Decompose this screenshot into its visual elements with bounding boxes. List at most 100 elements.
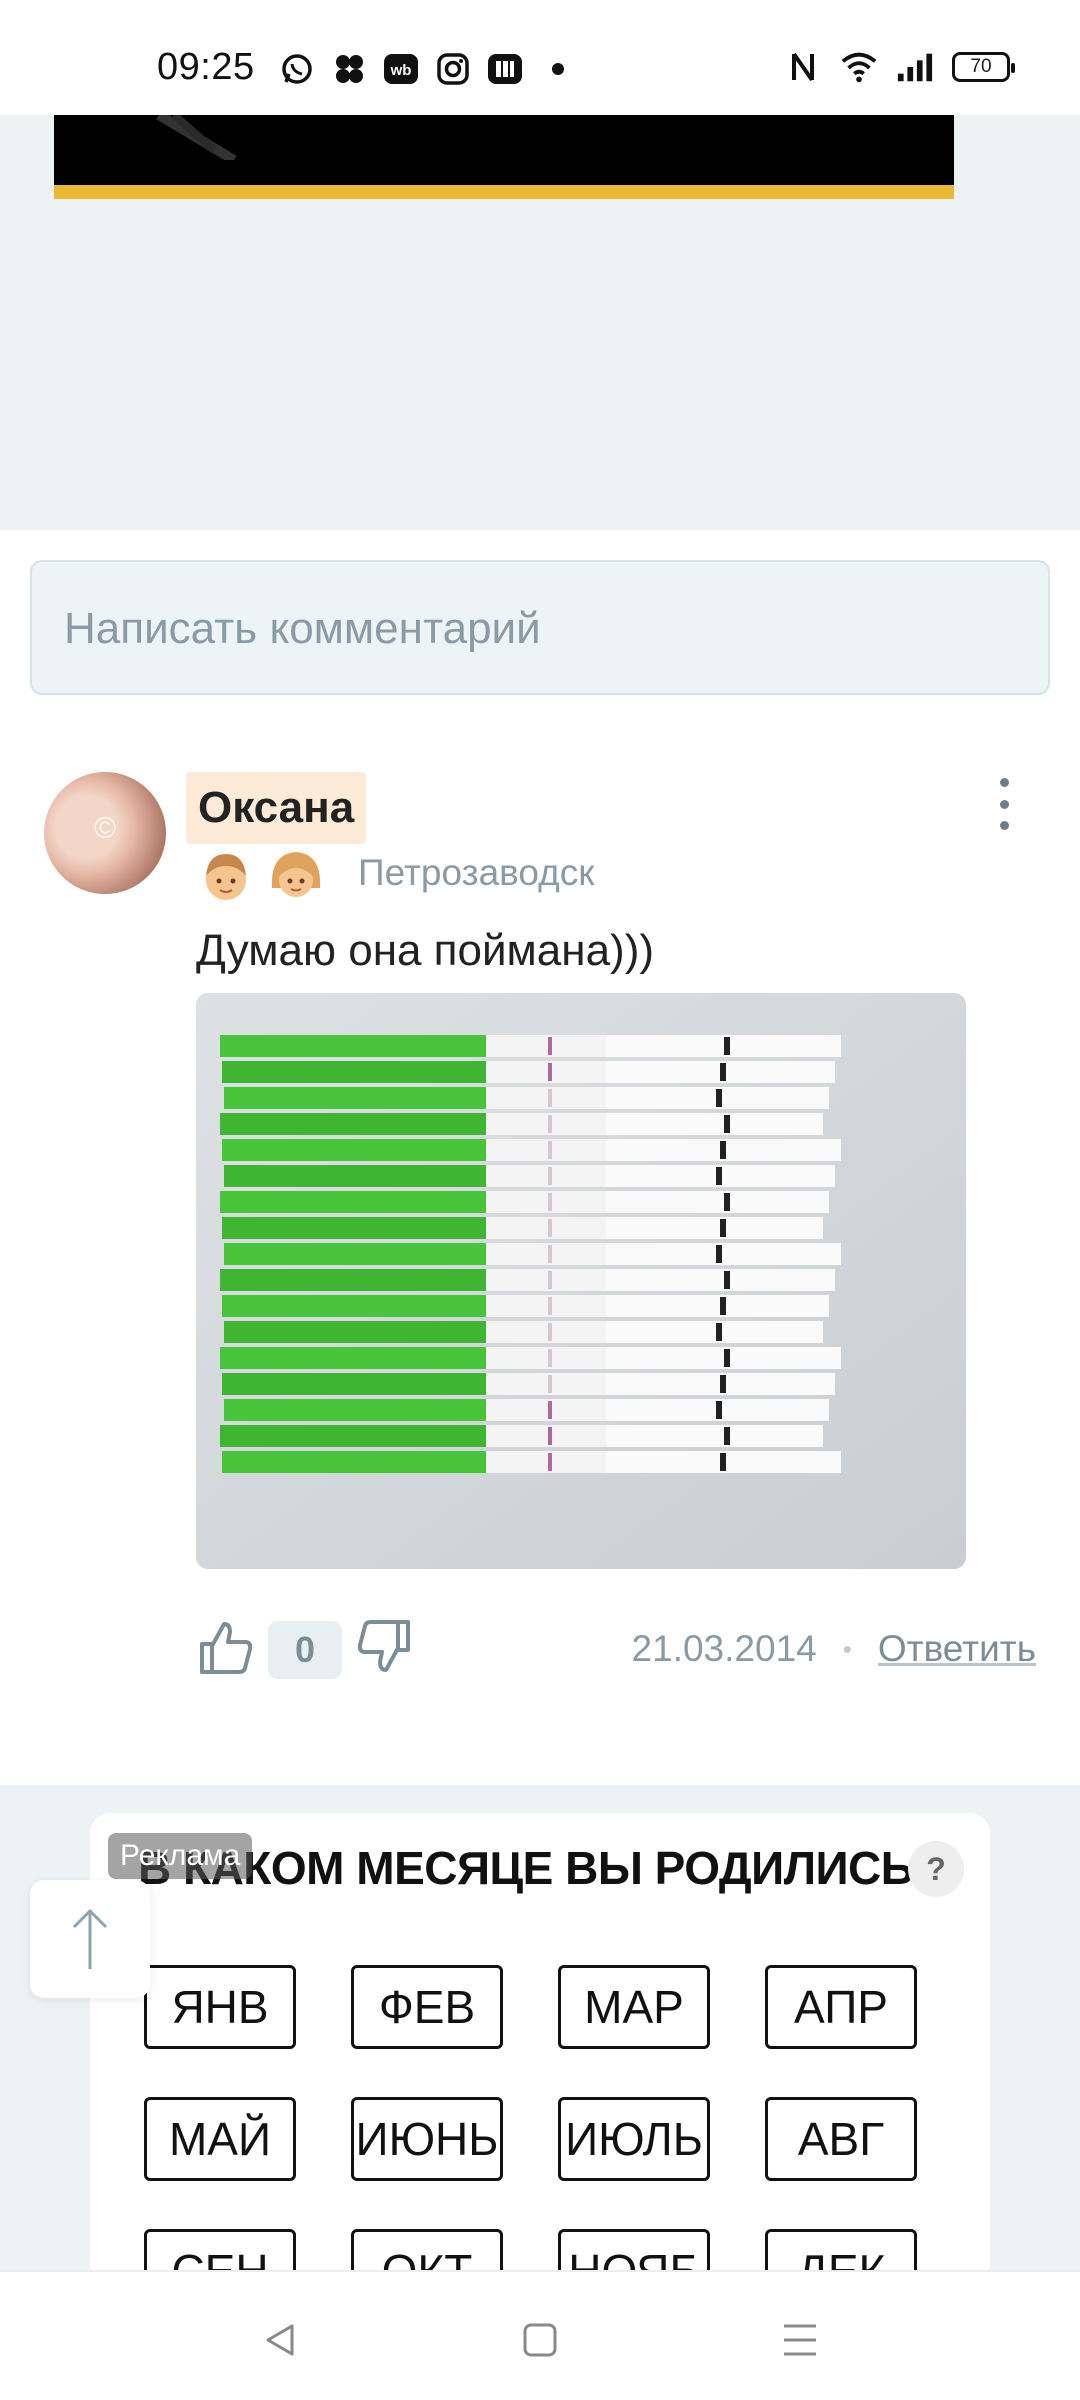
thumbs-up-icon[interactable] (196, 1618, 254, 1681)
ad-card[interactable]: В КАКОМ МЕСЯЦЕ ВЫ РОДИЛИСЬ? Реклама ? ЯН… (90, 1813, 990, 2283)
month-button[interactable]: МАЙ (144, 2097, 296, 2181)
month-button[interactable]: АВГ (765, 2097, 917, 2181)
strip-handle (224, 1243, 510, 1265)
strip-test-line (548, 1271, 552, 1289)
strip-test-line (548, 1245, 552, 1263)
strip-test-line (548, 1219, 552, 1237)
strip-test-line (548, 1115, 552, 1133)
strip-tip (606, 1295, 829, 1317)
strip-test-line (548, 1323, 552, 1341)
strip-body (486, 1035, 606, 1057)
ad-info-button[interactable]: ? (908, 1841, 964, 1897)
month-button[interactable]: ЯНВ (144, 1965, 296, 2049)
status-time: 09:25 (157, 46, 255, 88)
month-button[interactable]: АПР (765, 1965, 917, 2049)
boy-badge-icon (198, 848, 254, 904)
strip-handle (224, 1321, 510, 1343)
strip-mark (716, 1401, 722, 1419)
strip-body (486, 1269, 606, 1291)
strip-body (486, 1347, 606, 1369)
strip-handle (220, 1113, 510, 1135)
strip-tip (606, 1347, 841, 1369)
comment-photo[interactable] (196, 993, 966, 1569)
mute-icon[interactable] (154, 115, 244, 160)
month-button[interactable]: ИЮНЬ (351, 2097, 503, 2181)
strip-test-line (548, 1427, 552, 1445)
strip-mark (724, 1115, 730, 1133)
status-bar: 09:25 wb 70 (0, 0, 1080, 115)
strip-tip (606, 1217, 823, 1239)
avatar[interactable]: © (44, 772, 166, 894)
strip-test-line (548, 1167, 552, 1185)
strip-mark (716, 1167, 722, 1185)
strip-handle (220, 1425, 510, 1447)
strip-test-line (548, 1401, 552, 1419)
strip-handle (224, 1165, 510, 1187)
strip-tip (606, 1269, 835, 1291)
strip-handle (222, 1295, 510, 1317)
back-icon[interactable] (250, 2310, 310, 2370)
user-badges (198, 848, 324, 904)
video-section (0, 115, 1080, 530)
strip-test-line (548, 1141, 552, 1159)
month-button[interactable]: ИЮЛЬ (558, 2097, 710, 2181)
strip-test-line (548, 1297, 552, 1315)
strip-handle (222, 1217, 510, 1239)
strip-tip (606, 1113, 823, 1135)
month-grid: ЯНВ ФЕВ МАР АПР МАЙ ИЮНЬ ИЮЛЬ АВГ СЕН ОК… (144, 1965, 917, 2283)
strip-tip (606, 1243, 841, 1265)
strip-tip (606, 1321, 823, 1343)
strip-mark (720, 1297, 726, 1315)
strip-mark (724, 1271, 730, 1289)
strip-mark (720, 1141, 726, 1159)
comment-city: Петрозаводск (358, 852, 595, 893)
test-strips (220, 1035, 841, 1473)
strip-body (486, 1113, 606, 1135)
vote-actions: 0 (196, 1618, 414, 1681)
strip-handle (220, 1347, 510, 1369)
video-progress-bar (54, 185, 954, 199)
month-button[interactable]: МАР (558, 1965, 710, 2049)
scroll-to-top-button[interactable] (30, 1880, 150, 1998)
thumbs-down-icon[interactable] (356, 1618, 414, 1681)
flower-app-icon (330, 50, 368, 88)
comment-text: Думаю она поймана))) (196, 926, 655, 975)
strip-mark (720, 1453, 726, 1471)
month-button[interactable]: ФЕВ (351, 1965, 503, 2049)
strip-handle (222, 1061, 510, 1083)
comment-author[interactable]: Оксана (186, 772, 367, 844)
strip-handle (220, 1269, 510, 1291)
strip-test-line (548, 1089, 552, 1107)
strip-test-line (548, 1453, 552, 1471)
strip-body (486, 1425, 606, 1447)
strip-test-line (548, 1349, 552, 1367)
video-player[interactable] (54, 115, 954, 185)
strip-body (486, 1217, 621, 1239)
comment-input-placeholder: Написать комментарий (64, 604, 541, 653)
reply-link[interactable]: Ответить (878, 1628, 1036, 1670)
strip-body (486, 1451, 621, 1473)
strip-test-line (548, 1063, 552, 1081)
strip-mark (724, 1349, 730, 1367)
ad-title: В КАКОМ МЕСЯЦЕ ВЫ РОДИЛИСЬ? (138, 1842, 941, 1894)
strip-mark (716, 1089, 722, 1107)
strip-handle (222, 1139, 510, 1161)
book-app-icon (486, 50, 524, 88)
system-nav-bar (0, 2270, 1080, 2400)
strip-tip (606, 1425, 823, 1447)
strip-mark (724, 1427, 730, 1445)
girl-badge-icon (268, 848, 324, 904)
more-options-icon[interactable] (992, 778, 1016, 830)
strip-body (486, 1295, 621, 1317)
ad-label: Реклама (108, 1833, 253, 1879)
strip-mark (720, 1219, 726, 1237)
strip-mark (716, 1323, 722, 1341)
home-icon[interactable] (510, 2310, 570, 2370)
comment-input[interactable]: Написать комментарий (30, 560, 1050, 695)
menu-icon[interactable] (770, 2310, 830, 2370)
strip-handle (222, 1373, 510, 1395)
wb-app-icon: wb (382, 50, 420, 88)
strip-tip (606, 1035, 841, 1057)
like-count: 0 (268, 1620, 342, 1679)
notification-icons: wb (278, 50, 564, 88)
